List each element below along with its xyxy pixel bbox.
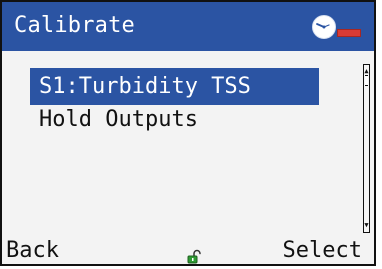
page-title: Calibrate xyxy=(14,13,136,38)
status-icons xyxy=(308,13,364,41)
menu-list: S1:Turbidity TSS Hold Outputs ▲ ▼ xyxy=(2,51,374,233)
select-button[interactable]: Select xyxy=(283,237,362,265)
menu-item-s1-turbidity-tss[interactable]: S1:Turbidity TSS xyxy=(30,68,319,105)
back-button[interactable]: Back xyxy=(6,237,59,265)
device-display: Calibrate S1:Turbidity TSS Hold Outputs … xyxy=(0,0,382,268)
softkey-bar: Back Select xyxy=(2,231,374,264)
scroll-thumb[interactable] xyxy=(365,75,368,86)
screen: Calibrate S1:Turbidity TSS Hold Outputs … xyxy=(0,0,376,266)
unlocked-lock-icon xyxy=(186,249,202,265)
title-bar: Calibrate xyxy=(2,2,374,51)
battery-icon xyxy=(337,29,361,37)
scrollbar[interactable]: ▲ ▼ xyxy=(363,64,370,233)
menu-item-hold-outputs[interactable]: Hold Outputs xyxy=(30,101,319,138)
gauge-icon xyxy=(310,13,338,41)
